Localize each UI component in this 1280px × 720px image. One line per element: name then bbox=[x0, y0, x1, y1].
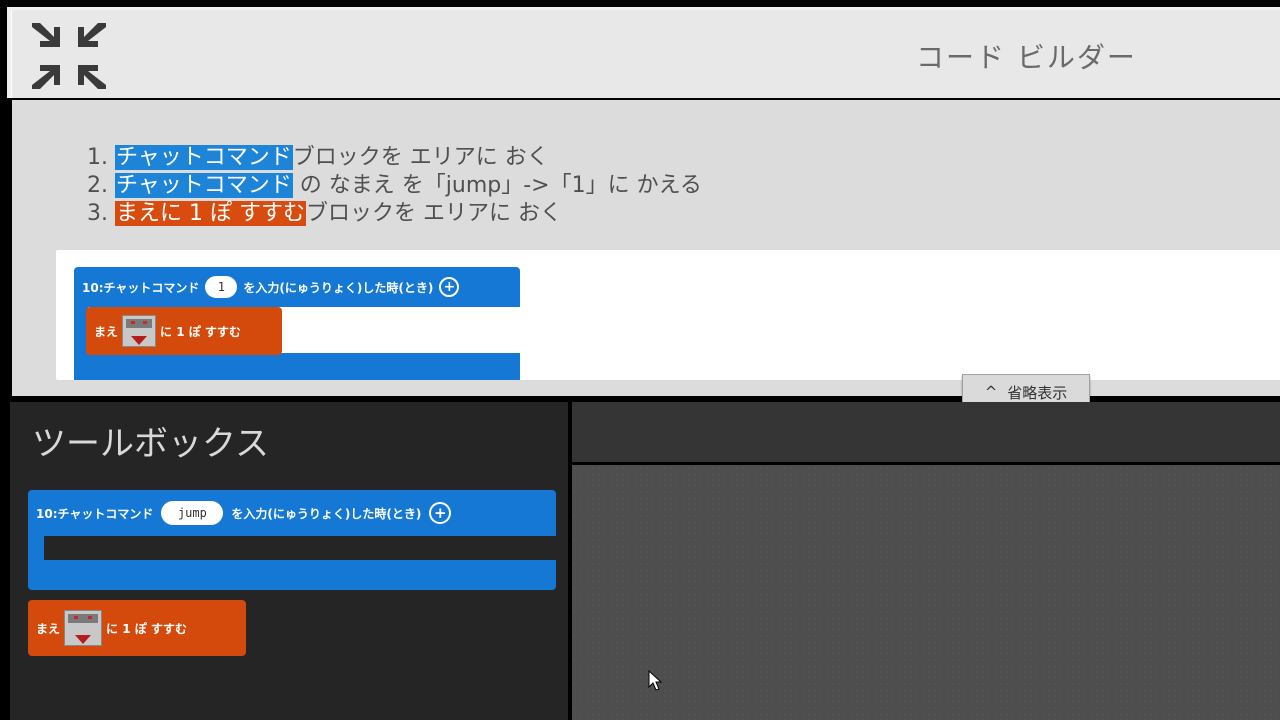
collapse-arrows-icon[interactable] bbox=[30, 19, 108, 93]
block-label: に 1 ぽ すすむ bbox=[160, 324, 241, 339]
move-forward-block[interactable]: まえ に 1 ぽ すすむ bbox=[28, 600, 246, 656]
block-label: 10:チャットコマンド bbox=[36, 506, 154, 521]
agent-icon bbox=[122, 315, 157, 347]
instruction-steps: 1. チャットコマンドブロックを エリアに おく 2. チャットコマンド の な… bbox=[72, 144, 702, 228]
editor-toolbar bbox=[572, 402, 1280, 465]
coding-workspace[interactable] bbox=[572, 465, 1280, 720]
add-icon: + bbox=[439, 277, 460, 297]
editor-panel bbox=[572, 402, 1280, 720]
chat-command-block[interactable]: 10:チャットコマンド jump を入力(にゅうりょく)した時(とき) + bbox=[28, 490, 556, 590]
preview-move-block: まえ に 1 ぽ すすむ bbox=[86, 307, 282, 355]
step-highlight: まえに 1 ぽ すすむ bbox=[115, 201, 306, 226]
step-number: 3. bbox=[87, 201, 108, 226]
toolbox-panel: ツールボックス 10:チャットコマンド jump を入力(にゅうりょく)した時(… bbox=[10, 402, 568, 720]
block-label: を入力(にゅうりょく)した時(とき) bbox=[231, 506, 422, 521]
command-name-field[interactable]: jump bbox=[161, 501, 224, 525]
step-number: 2. bbox=[87, 173, 108, 198]
block-label: 10:チャットコマンド bbox=[82, 280, 200, 295]
command-name-field: 1 bbox=[205, 276, 238, 298]
block-label: に 1 ぽ すすむ bbox=[106, 621, 187, 636]
step-text: ブロックを エリアに おく bbox=[305, 201, 562, 226]
instruction-step: 2. チャットコマンド の なまえ を「jump」->「1」に かえる bbox=[72, 172, 702, 200]
step-highlight: チャットコマンド bbox=[115, 173, 293, 198]
chevron-up-icon: ^ bbox=[984, 383, 998, 401]
mouse-cursor-icon bbox=[648, 670, 663, 691]
step-highlight: チャットコマンド bbox=[115, 145, 293, 170]
collapse-button-label: 省略表示 bbox=[1007, 383, 1068, 402]
block-label: を入力(にゅうりょく)した時(とき) bbox=[243, 280, 434, 295]
step-text: ブロックを エリアに おく bbox=[292, 145, 549, 170]
toolbox-title: ツールボックス bbox=[32, 424, 269, 464]
block-label: まえ bbox=[94, 324, 119, 339]
block-label: まえ bbox=[36, 621, 61, 636]
instruction-step: 3. まえに 1 ぽ すすむブロックを エリアに おく bbox=[72, 200, 702, 228]
preview-area: 10:チャットコマンド 1 を入力(にゅうりょく)した時(とき) + まえ に … bbox=[56, 250, 1280, 380]
agent-icon bbox=[64, 610, 103, 646]
step-text: の なまえ を「jump」->「1」に かえる bbox=[292, 173, 702, 198]
instruction-step: 1. チャットコマンドブロックを エリアに おく bbox=[72, 144, 702, 172]
instructions-panel: 1. チャットコマンドブロックを エリアに おく 2. チャットコマンド の な… bbox=[10, 100, 1280, 396]
step-number: 1. bbox=[87, 145, 108, 170]
page-title: コード ビルダー bbox=[916, 41, 1137, 74]
block-slot bbox=[44, 536, 556, 560]
add-icon[interactable]: + bbox=[429, 502, 452, 524]
